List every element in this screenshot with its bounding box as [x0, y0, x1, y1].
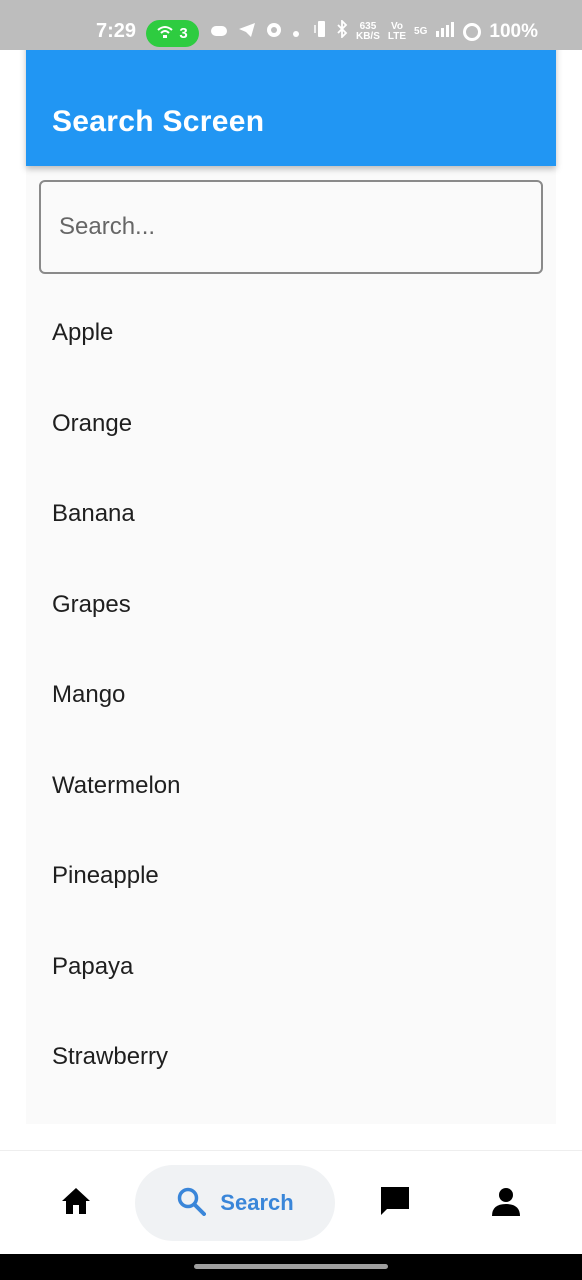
- game-controller-icon: [210, 22, 228, 43]
- search-input[interactable]: [41, 182, 541, 272]
- network-type: 5G: [414, 26, 428, 37]
- battery-percent: 100%: [489, 21, 538, 42]
- nav-profile[interactable]: [466, 1151, 546, 1255]
- network-speed: 635 KB/S: [355, 21, 380, 42]
- fruit-list: Apple Orange Banana Grapes Mango Waterme…: [26, 288, 556, 1103]
- content-area: Apple Orange Banana Grapes Mango Waterme…: [26, 166, 556, 1124]
- nav-search[interactable]: Search: [135, 1165, 335, 1241]
- vibrate-icon: [314, 20, 328, 44]
- chat-icon: [378, 1184, 412, 1223]
- telegram-icon: [238, 22, 256, 43]
- status-bar: 7:29 3 635 KB/S Vo LTE 5G 100%: [0, 0, 582, 50]
- volte-indicator: Vo LTE: [387, 21, 407, 42]
- compass-icon: [266, 22, 282, 43]
- hotspot-icon: [157, 25, 173, 43]
- list-item[interactable]: Papaya: [26, 922, 556, 1013]
- dot-icon: [292, 22, 300, 43]
- list-item[interactable]: Mango: [26, 650, 556, 741]
- battery-ring-icon: [463, 23, 482, 41]
- list-item[interactable]: Grapes: [26, 560, 556, 651]
- status-time: 7:29: [96, 20, 137, 42]
- screen: 7:29 3 635 KB/S Vo LTE 5G 100% Search Sc…: [0, 0, 582, 1280]
- list-item[interactable]: Watermelon: [26, 741, 556, 832]
- bottom-nav: Search: [0, 1150, 582, 1254]
- system-status-icons: 635 KB/S Vo LTE 5G 100%: [314, 18, 538, 44]
- nav-search-label: Search: [220, 1190, 294, 1215]
- list-item[interactable]: Apple: [26, 288, 556, 379]
- nav-messages[interactable]: [355, 1151, 435, 1255]
- list-item[interactable]: Orange: [26, 379, 556, 470]
- signal-icon: [435, 21, 455, 43]
- search-icon: [176, 1186, 207, 1221]
- list-item[interactable]: Banana: [26, 469, 556, 560]
- bluetooth-icon: [336, 18, 348, 44]
- hotspot-count: 3: [179, 25, 188, 42]
- home-gesture-handle[interactable]: [194, 1264, 388, 1269]
- person-icon: [491, 1186, 521, 1221]
- system-nav-bar: [0, 1254, 582, 1280]
- search-field: [39, 180, 543, 274]
- list-item[interactable]: Pineapple: [26, 831, 556, 922]
- hotspot-pill: 3: [146, 20, 199, 47]
- home-icon: [60, 1186, 92, 1221]
- list-item[interactable]: Strawberry: [26, 1012, 556, 1103]
- notification-icons: [210, 22, 300, 43]
- nav-home[interactable]: [36, 1151, 116, 1255]
- page-title: Search Screen: [52, 105, 265, 138]
